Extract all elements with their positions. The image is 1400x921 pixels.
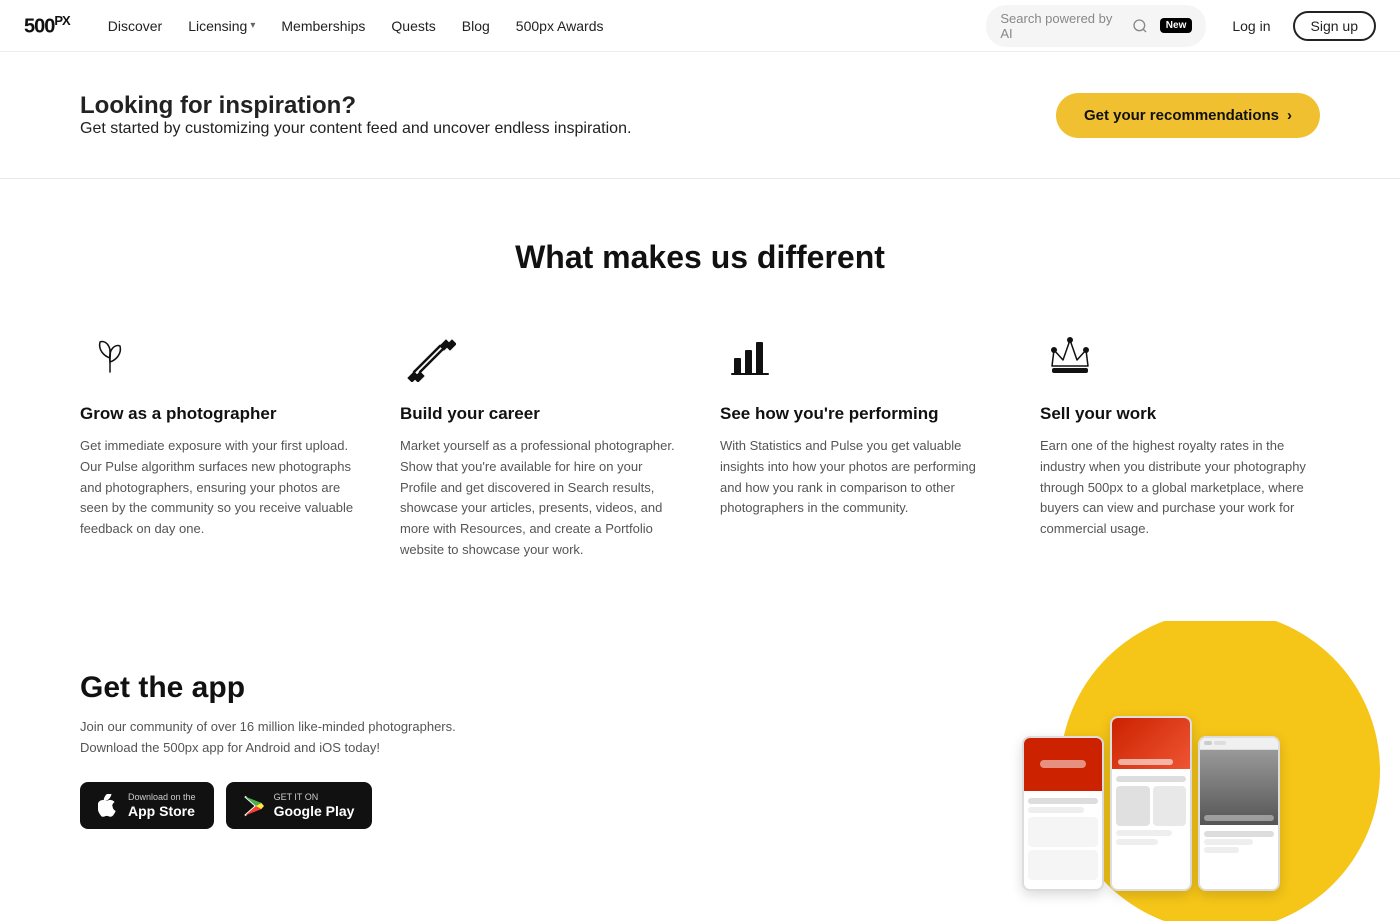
- chevron-down-icon: ▾: [250, 20, 255, 31]
- search-bar[interactable]: Search powered by AI New: [986, 5, 1206, 47]
- different-heading: What makes us different: [80, 239, 1320, 276]
- apple-icon: [98, 794, 118, 818]
- phone-screen-3: [1198, 736, 1280, 891]
- feature-grow: Grow as a photographer Get immediate exp…: [80, 326, 360, 561]
- nav-memberships[interactable]: Memberships: [271, 12, 375, 40]
- arrow-right-icon: ›: [1287, 107, 1292, 124]
- feature-performing-title: See how you're performing: [720, 404, 1000, 424]
- phone-screen-2: [1110, 716, 1192, 891]
- feature-performing-desc: With Statistics and Pulse you get valuab…: [720, 436, 1000, 519]
- feature-performing: See how you're performing With Statistic…: [720, 326, 1000, 561]
- plant-icon: [80, 326, 140, 386]
- app-visual: [660, 671, 1320, 871]
- features-grid: Grow as a photographer Get immediate exp…: [80, 326, 1320, 561]
- new-badge: New: [1160, 18, 1193, 33]
- google-play-button[interactable]: GET IT ON Google Play: [226, 782, 373, 829]
- app-buttons: Download on the App Store GET IT ON Goog…: [80, 782, 660, 829]
- phone-screen-1: [1022, 736, 1104, 891]
- inspiration-section: Looking for inspiration? Get started by …: [0, 52, 1400, 179]
- app-content: Get the app Join our community of over 1…: [80, 671, 660, 829]
- search-icon: [1132, 18, 1148, 34]
- feature-sell-desc: Earn one of the highest royalty rates in…: [1040, 436, 1320, 540]
- app-description: Join our community of over 16 million li…: [80, 717, 660, 759]
- google-play-icon: [244, 795, 264, 817]
- feature-career-desc: Market yourself as a professional photog…: [400, 436, 680, 561]
- feature-grow-title: Grow as a photographer: [80, 404, 360, 424]
- phone-screens: [1022, 736, 1280, 891]
- app-store-button[interactable]: Download on the App Store: [80, 782, 214, 829]
- nav-quests[interactable]: Quests: [381, 12, 445, 40]
- signup-button[interactable]: Sign up: [1293, 11, 1376, 41]
- nav-right: Log in Sign up: [1222, 11, 1376, 41]
- logo[interactable]: 500PX: [24, 13, 70, 39]
- inspiration-subtext: Get started by customizing your content …: [80, 120, 631, 138]
- feature-sell: Sell your work Earn one of the highest r…: [1040, 326, 1320, 561]
- different-section: What makes us different Grow as a photog…: [0, 179, 1400, 621]
- feature-sell-title: Sell your work: [1040, 404, 1320, 424]
- google-play-large-text: Google Play: [274, 803, 355, 819]
- nav-licensing[interactable]: Licensing ▾: [178, 12, 265, 40]
- tools-icon: [400, 326, 460, 386]
- app-store-large-text: App Store: [128, 803, 196, 819]
- feature-grow-desc: Get immediate exposure with your first u…: [80, 436, 360, 540]
- crown-icon: [1040, 326, 1100, 386]
- chart-icon: [720, 326, 780, 386]
- inspiration-text: Looking for inspiration? Get started by …: [80, 92, 631, 138]
- nav-blog[interactable]: Blog: [452, 12, 500, 40]
- search-placeholder: Search powered by AI: [1000, 11, 1123, 41]
- nav-links: Discover Licensing ▾ Memberships Quests …: [98, 12, 987, 40]
- nav-discover[interactable]: Discover: [98, 12, 172, 40]
- feature-career: Build your career Market yourself as a p…: [400, 326, 680, 561]
- google-play-small-text: GET IT ON: [274, 792, 355, 803]
- nav-awards[interactable]: 500px Awards: [506, 12, 614, 40]
- app-heading: Get the app: [80, 671, 660, 705]
- app-store-small-text: Download on the: [128, 792, 196, 803]
- recommendations-button[interactable]: Get your recommendations ›: [1056, 93, 1320, 138]
- login-button[interactable]: Log in: [1222, 12, 1280, 40]
- app-section: Get the app Join our community of over 1…: [0, 621, 1400, 921]
- feature-career-title: Build your career: [400, 404, 680, 424]
- logo-px: PX: [54, 13, 69, 28]
- logo-text: 500: [24, 15, 54, 37]
- inspiration-heading: Looking for inspiration?: [80, 92, 631, 120]
- navbar: 500PX Discover Licensing ▾ Memberships Q…: [0, 0, 1400, 52]
